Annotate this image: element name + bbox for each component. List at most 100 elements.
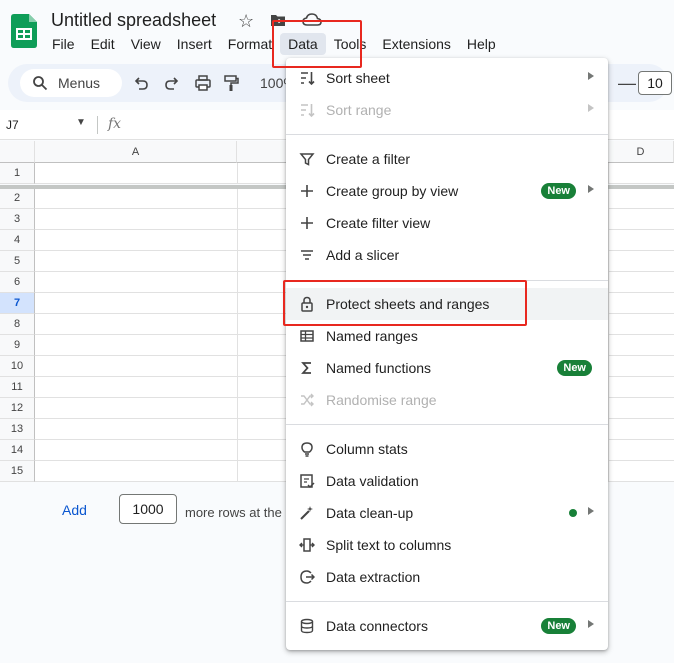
column-gridline: [237, 251, 238, 272]
add-rows-button[interactable]: Add: [62, 502, 87, 518]
redo-icon[interactable]: [163, 74, 181, 92]
menu-search-button[interactable]: Menus: [20, 69, 122, 97]
menu-view[interactable]: View: [123, 33, 169, 55]
menu-item-create-filter[interactable]: Create a filter: [286, 143, 608, 175]
menu-item-named-functions[interactable]: Named functions New: [286, 352, 608, 384]
column-gridline: [237, 440, 238, 461]
column-gridline: [237, 293, 238, 314]
menu-item-label: Randomise range: [326, 392, 437, 408]
menu-item-label: Column stats: [326, 441, 408, 457]
filter-icon: [299, 153, 315, 166]
column-gridline: [237, 314, 238, 335]
menu-item-label: Data extraction: [326, 569, 421, 585]
menu-item-data-extraction[interactable]: Data extraction: [286, 561, 608, 593]
menu-help[interactable]: Help: [459, 33, 504, 55]
column-gridline: [608, 163, 609, 184]
plus-icon: [301, 185, 313, 197]
row-header[interactable]: 8: [0, 314, 35, 335]
row-header[interactable]: 4: [0, 230, 35, 251]
rows-count-input[interactable]: 1000: [119, 494, 177, 524]
menu-item-data-validation[interactable]: Data validation: [286, 465, 608, 497]
menu-edit[interactable]: Edit: [83, 33, 123, 55]
menu-item-randomise-range[interactable]: Randomise range: [286, 384, 608, 416]
new-badge: New: [541, 183, 576, 199]
row-header[interactable]: 1: [0, 163, 35, 184]
column-gridline: [608, 419, 609, 440]
column-gridline: [608, 377, 609, 398]
sheets-logo-icon[interactable]: [11, 14, 37, 48]
menu-item-label: Data connectors: [326, 618, 428, 634]
new-badge: New: [557, 360, 592, 376]
column-gridline: [237, 356, 238, 377]
column-header-d[interactable]: D: [608, 141, 674, 163]
font-size-input[interactable]: 10: [638, 71, 672, 95]
caret-down-icon[interactable]: ▼: [76, 117, 86, 128]
menu-extensions[interactable]: Extensions: [374, 33, 458, 55]
lightbulb-icon: [301, 442, 313, 457]
divider: [97, 116, 98, 134]
split-icon: [299, 538, 315, 552]
star-icon[interactable]: ☆: [238, 11, 254, 32]
column-gridline: [608, 209, 609, 230]
menu-item-label: Create filter view: [326, 215, 431, 231]
decrease-font-size-button[interactable]: —: [618, 73, 636, 94]
column-header-a[interactable]: A: [35, 141, 237, 163]
column-gridline: [237, 209, 238, 230]
column-gridline: [608, 272, 609, 293]
sigma-icon: [301, 362, 311, 374]
menu-file[interactable]: File: [44, 33, 83, 55]
row-header[interactable]: 5: [0, 251, 35, 272]
undo-icon[interactable]: [132, 74, 150, 92]
menu-item-split-text-to-columns[interactable]: Split text to columns: [286, 529, 608, 561]
row-header[interactable]: 10: [0, 356, 35, 377]
menu-item-label: Data clean-up: [326, 505, 414, 521]
row-header[interactable]: 7: [0, 293, 35, 314]
select-all-corner[interactable]: [0, 141, 35, 163]
menu-search-label: Menus: [58, 75, 101, 91]
menu-item-label: Data validation: [326, 473, 419, 489]
plus-icon: [301, 217, 313, 229]
database-icon: [300, 618, 314, 634]
shuffle-icon: [301, 393, 314, 407]
menu-item-data-connectors[interactable]: Data connectors New: [286, 610, 608, 642]
row-header[interactable]: 11: [0, 377, 35, 398]
menu-item-add-slicer[interactable]: Add a slicer: [286, 239, 608, 271]
slicer-icon: [301, 250, 313, 260]
row-header[interactable]: 15: [0, 461, 35, 482]
menu-item-label: Named ranges: [326, 328, 418, 344]
row-header[interactable]: 12: [0, 398, 35, 419]
row-header[interactable]: 9: [0, 335, 35, 356]
menu-item-data-clean-up[interactable]: Data clean-up: [286, 497, 608, 529]
menu-item-create-group-by-view[interactable]: Create group by view New: [286, 175, 608, 207]
menu-item-label: Sort sheet: [326, 70, 390, 86]
row-header[interactable]: 6: [0, 272, 35, 293]
menu-insert[interactable]: Insert: [169, 33, 220, 55]
row-header[interactable]: 2: [0, 188, 35, 209]
menu-item-create-filter-view[interactable]: Create filter view: [286, 207, 608, 239]
column-gridline: [608, 335, 609, 356]
submenu-arrow-icon: [588, 72, 594, 80]
row-header[interactable]: 14: [0, 440, 35, 461]
name-box[interactable]: J7: [6, 118, 19, 132]
menu-item-column-stats[interactable]: Column stats: [286, 433, 608, 465]
search-icon: [33, 76, 48, 91]
menu-item-label: Create group by view: [326, 183, 459, 199]
menu-item-sort-range[interactable]: Sort range: [286, 94, 608, 126]
column-gridline: [608, 251, 609, 272]
document-title[interactable]: Untitled spreadsheet: [51, 10, 216, 31]
column-gridline: [237, 398, 238, 419]
data-menu-dropdown: Sort sheet Sort range Create a filter Cr…: [286, 58, 608, 650]
column-gridline: [237, 188, 238, 209]
spreadsheet-window: Untitled spreadsheet ☆ File Edit View In…: [0, 0, 674, 663]
paint-format-icon[interactable]: [222, 74, 240, 92]
menu-item-label: Create a filter: [326, 151, 411, 167]
row-header[interactable]: 3: [0, 209, 35, 230]
print-icon[interactable]: [194, 74, 212, 92]
column-gridline: [237, 419, 238, 440]
column-gridline: [608, 398, 609, 419]
menu-divider: [286, 134, 608, 135]
column-gridline: [237, 163, 238, 184]
menu-item-label: Named functions: [326, 360, 432, 376]
status-dot-icon: [569, 509, 577, 517]
row-header[interactable]: 13: [0, 419, 35, 440]
